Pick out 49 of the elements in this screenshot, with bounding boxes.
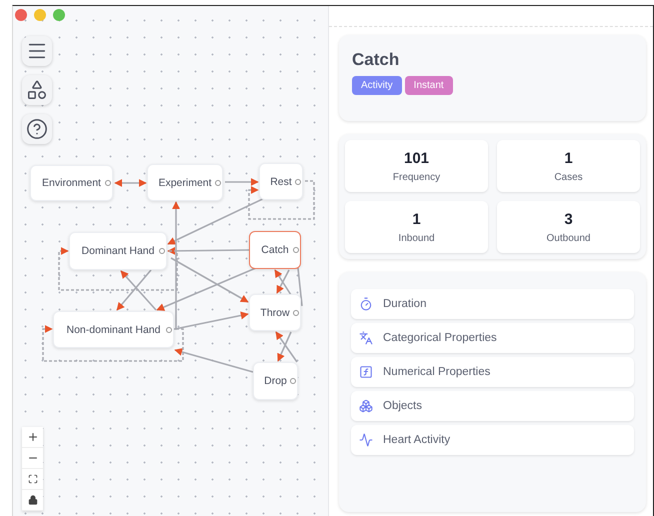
graph-node[interactable]: Experiment xyxy=(147,164,223,201)
stat-label: Frequency xyxy=(392,172,440,182)
property-item[interactable]: Numerical Properties xyxy=(351,357,634,387)
connector-arrow xyxy=(225,178,259,186)
plus-icon xyxy=(26,431,38,443)
timer-icon xyxy=(359,297,373,311)
tag: Activity xyxy=(352,76,402,95)
shapes-icon xyxy=(26,79,48,101)
translate-icon xyxy=(359,331,373,345)
help-button[interactable] xyxy=(22,114,52,144)
menu-button[interactable] xyxy=(22,36,52,66)
property-label: Heart Activity xyxy=(383,434,450,446)
lock-button[interactable] xyxy=(22,490,43,511)
function-icon xyxy=(359,365,373,379)
lock-icon xyxy=(28,495,38,505)
graph-node[interactable]: Throw xyxy=(249,294,301,331)
graph-node[interactable]: Non-dominant Hand xyxy=(53,311,174,348)
stat-value: 1 xyxy=(564,150,573,166)
stat-label: Cases xyxy=(554,172,583,182)
boxes-icon xyxy=(359,399,373,413)
stat-value: 3 xyxy=(564,210,573,228)
property-label: Numerical Properties xyxy=(383,366,490,378)
zoom-in-button[interactable] xyxy=(22,427,43,448)
tag: Instant xyxy=(404,76,453,95)
property-item[interactable]: Duration xyxy=(351,289,634,319)
graph-node[interactable]: Drop xyxy=(253,362,298,400)
node-title: Catch xyxy=(352,50,400,70)
property-item[interactable]: Heart Activity xyxy=(351,425,634,455)
property-item[interactable]: Categorical Properties xyxy=(351,323,634,353)
connector-arrow xyxy=(114,179,147,187)
close-button[interactable] xyxy=(15,9,27,21)
fit-view-button[interactable] xyxy=(22,469,43,490)
graph-node[interactable]: Rest xyxy=(259,163,303,200)
property-label: Objects xyxy=(383,400,422,412)
graph-node[interactable]: Catch xyxy=(249,231,301,269)
property-label: Categorical Properties xyxy=(383,332,497,344)
shapes-button[interactable] xyxy=(22,75,52,105)
stat-value: 101 xyxy=(404,150,430,166)
fit-view-icon xyxy=(28,474,38,484)
stat-value: 1 xyxy=(412,210,421,228)
graph-node[interactable]: Environment xyxy=(30,165,113,201)
stat-label: Outbound xyxy=(546,232,590,244)
stat-label: Inbound xyxy=(398,232,435,244)
property-label: Duration xyxy=(383,298,426,310)
graph-node[interactable]: Dominant Hand xyxy=(69,232,167,270)
pulse-icon xyxy=(359,433,373,447)
property-item[interactable]: Objects xyxy=(351,391,634,421)
help-icon xyxy=(26,118,48,140)
connector-arrow xyxy=(116,269,152,311)
